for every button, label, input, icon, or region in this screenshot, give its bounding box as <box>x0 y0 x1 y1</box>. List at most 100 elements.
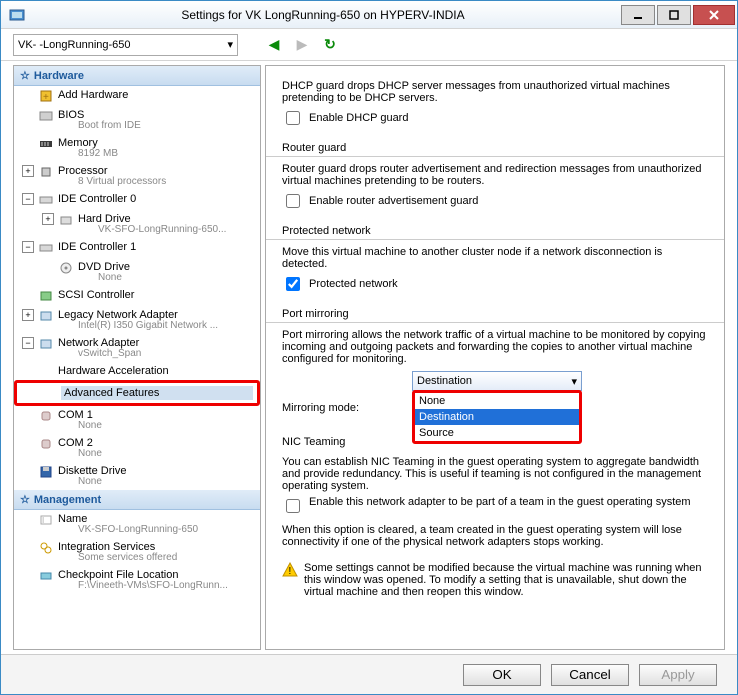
tree-add-hardware[interactable]: + Add Hardware <box>14 86 260 106</box>
dhcp-checkbox[interactable] <box>286 111 300 125</box>
tree-network-adapter[interactable]: − Network AdaptervSwitch_Span <box>14 334 260 362</box>
protected-section: Protected network Move this virtual mach… <box>282 225 708 294</box>
router-title: Router guard <box>266 142 724 157</box>
tree-scsi[interactable]: SCSI Controller <box>14 286 260 306</box>
app-icon <box>9 7 25 23</box>
integration-icon <box>38 541 54 555</box>
maximize-button[interactable] <box>657 5 691 25</box>
tree-processor[interactable]: + Processor8 Virtual processors <box>14 162 260 190</box>
ok-button[interactable]: OK <box>463 664 541 686</box>
mirror-description: Port mirroring allows the network traffi… <box>282 329 708 365</box>
svg-text:I: I <box>42 516 44 525</box>
vm-select-value: VK- -LongRunning-650 <box>18 39 131 51</box>
tree-diskette[interactable]: Diskette DriveNone <box>14 462 260 490</box>
hardware-header[interactable]: ☆ Hardware <box>14 66 260 86</box>
tree-name[interactable]: I NameVK-SFO-LongRunning-650 <box>14 510 260 538</box>
mirror-option-source[interactable]: Source <box>415 425 579 441</box>
nic-description: You can establish NIC Teaming in the gue… <box>282 456 708 492</box>
protected-title: Protected network <box>266 225 724 240</box>
controller-icon <box>38 193 54 207</box>
router-checkbox[interactable] <box>286 194 300 208</box>
nic-note: When this option is cleared, a team crea… <box>282 524 708 548</box>
mirror-section: Port mirroring Port mirroring allows the… <box>282 308 708 444</box>
collapse-icon: ☆ <box>20 69 30 82</box>
com-icon <box>38 409 54 423</box>
dhcp-label: Enable DHCP guard <box>309 112 408 124</box>
checkpoint-icon <box>38 569 54 583</box>
warning-row: ! Some settings cannot be modified becau… <box>282 562 708 598</box>
bios-icon <box>38 109 54 123</box>
dvd-icon <box>58 261 74 275</box>
mirror-title: Port mirroring <box>266 308 724 323</box>
refresh-button[interactable]: ↻ <box>320 35 340 55</box>
tree-bios[interactable]: BIOSBoot from IDE <box>14 106 260 134</box>
hard-drive-icon <box>58 213 74 227</box>
add-hardware-icon: + <box>38 89 54 103</box>
mirror-option-none[interactable]: None <box>415 393 579 409</box>
tree-ide0[interactable]: − IDE Controller 0 <box>14 190 260 210</box>
chevron-down-icon: ▾ <box>571 375 577 388</box>
settings-window: Settings for VK LongRunning-650 on HYPER… <box>0 0 738 695</box>
close-button[interactable] <box>693 5 735 25</box>
collapse-icon[interactable]: − <box>22 337 34 349</box>
minimize-button[interactable] <box>621 5 655 25</box>
network-icon <box>38 337 54 351</box>
tree-advanced-features[interactable]: Advanced Features <box>14 380 260 406</box>
protected-description: Move this virtual machine to another clu… <box>282 246 708 270</box>
tree-integration[interactable]: Integration ServicesSome services offere… <box>14 538 260 566</box>
tree-memory[interactable]: Memory8192 MB <box>14 134 260 162</box>
router-section: Router guard Router guard drops router a… <box>282 142 708 211</box>
mirror-mode-dropdown[interactable]: Destination ▾ <box>412 371 582 391</box>
expand-icon[interactable]: + <box>42 213 54 225</box>
network-icon <box>38 309 54 323</box>
tree-ide1[interactable]: − IDE Controller 1 <box>14 238 260 258</box>
collapse-icon[interactable]: − <box>22 193 34 205</box>
apply-button: Apply <box>639 664 717 686</box>
controller-icon <box>38 241 54 255</box>
window-title: Settings for VK LongRunning-650 on HYPER… <box>25 8 621 22</box>
router-description: Router guard drops router advertisement … <box>282 163 708 187</box>
chevron-down-icon: ▾ <box>227 38 233 51</box>
name-icon: I <box>38 513 54 527</box>
content-area: ☆ Hardware + Add Hardware BIOSBoot from … <box>1 61 737 654</box>
tree-checkpoint[interactable]: Checkpoint File LocationF:\Vineeth-VMs\S… <box>14 566 260 594</box>
tree-hw-accel[interactable]: Hardware Acceleration <box>14 362 260 380</box>
tree-hard-drive[interactable]: + Hard DriveVK-SFO-LongRunning-650... <box>14 210 260 238</box>
warning-text: Some settings cannot be modified because… <box>304 562 708 598</box>
mirror-mode-label: Mirroring mode: <box>282 402 402 414</box>
settings-tree[interactable]: ☆ Hardware + Add Hardware BIOSBoot from … <box>13 65 261 650</box>
settings-panel: DHCP guard drops DHCP server messages fr… <box>265 65 725 650</box>
forward-button: ▶ <box>292 35 312 55</box>
vm-select[interactable]: VK- -LongRunning-650 ▾ <box>13 34 238 56</box>
button-bar: OK Cancel Apply <box>1 654 737 694</box>
com-icon <box>38 437 54 451</box>
expand-icon[interactable]: + <box>22 165 34 177</box>
back-button[interactable]: ◀ <box>264 35 284 55</box>
protected-label: Protected network <box>309 278 398 290</box>
tree-com2[interactable]: COM 2None <box>14 434 260 462</box>
dhcp-section: DHCP guard drops DHCP server messages fr… <box>282 80 708 128</box>
tree-com1[interactable]: COM 1None <box>14 406 260 434</box>
nic-label: Enable this network adapter to be part o… <box>309 496 691 508</box>
mirror-mode-options: None Destination Source <box>412 390 582 444</box>
warning-icon: ! <box>282 562 298 578</box>
management-header[interactable]: ☆ Management <box>14 490 260 510</box>
router-label: Enable router advertisement guard <box>309 195 478 207</box>
nic-title: NIC Teaming <box>266 436 376 450</box>
diskette-icon <box>38 465 54 479</box>
tree-dvd[interactable]: DVD DriveNone <box>14 258 260 286</box>
dhcp-description: DHCP guard drops DHCP server messages fr… <box>282 80 708 104</box>
titlebar: Settings for VK LongRunning-650 on HYPER… <box>1 1 737 29</box>
expand-icon[interactable]: + <box>22 309 34 321</box>
svg-text:+: + <box>43 92 49 103</box>
toolbar: VK- -LongRunning-650 ▾ ◀ ▶ ↻ <box>1 29 737 61</box>
collapse-icon: ☆ <box>20 493 30 506</box>
cancel-button[interactable]: Cancel <box>551 664 629 686</box>
mirror-option-destination[interactable]: Destination <box>415 409 579 425</box>
nic-checkbox[interactable] <box>286 499 300 513</box>
svg-text:!: ! <box>289 566 292 577</box>
protected-checkbox[interactable] <box>286 277 300 291</box>
tree-legacy-adapter[interactable]: + Legacy Network AdapterIntel(R) I350 Gi… <box>14 306 260 334</box>
mirror-mode-value: Destination <box>417 375 472 387</box>
collapse-icon[interactable]: − <box>22 241 34 253</box>
